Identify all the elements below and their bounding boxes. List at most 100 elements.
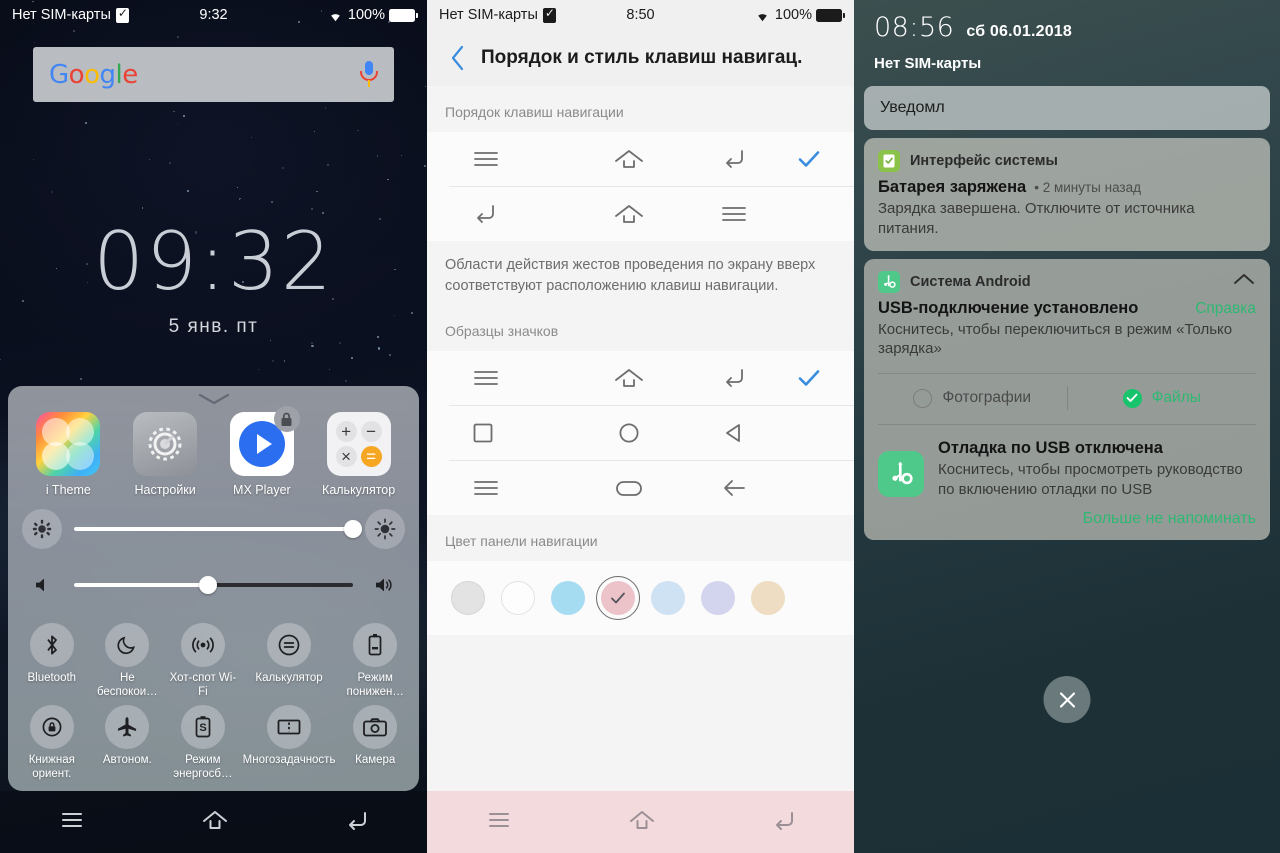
microphone-icon[interactable] xyxy=(360,60,378,90)
clock-time: 09:32 xyxy=(93,215,334,308)
quick-toggle-power-mode[interactable]: Режим понижен… xyxy=(337,623,413,699)
notification-title: USB-подключение установлено xyxy=(878,298,1139,317)
control-center-sheet: i Theme Настройки MX Player + − × = Каль… xyxy=(8,386,419,791)
section-header-samples: Образцы значков xyxy=(427,317,854,352)
panel-navigation-key-settings: Нет SIM-карты 8:50 100% Порядок и стиль … xyxy=(427,0,854,853)
recents-button[interactable] xyxy=(58,810,86,835)
calculator-round-icon xyxy=(267,623,312,667)
quick-toggle-label: Книжная ориент. xyxy=(28,754,75,780)
battery-full-icon xyxy=(389,8,418,22)
quick-toggle-label: Режим понижен… xyxy=(346,672,404,698)
svg-text:S: S xyxy=(199,722,206,734)
quick-toggle-label: Калькулятор xyxy=(255,672,323,684)
notification-card-usb[interactable]: Система Android USB-подключение установл… xyxy=(864,258,1270,540)
volume-high-icon[interactable] xyxy=(365,565,405,605)
color-swatch-skyblue[interactable] xyxy=(551,581,585,616)
page-title: Порядок и стиль клавиш навигац. xyxy=(481,47,803,68)
quick-toggle-calculator[interactable]: Калькулятор xyxy=(241,623,338,699)
nav-order-option-row[interactable] xyxy=(427,187,854,241)
lock-icon xyxy=(273,406,300,432)
gesture-hint-text: Области действия жестов проведения по эк… xyxy=(427,241,854,318)
back-navigation-button[interactable] xyxy=(441,41,475,75)
panel-lockscreen-quicksettings: Нет SIM-карты 9:32 100% Google 09:32 5 я… xyxy=(0,0,427,853)
usb-settings-icon xyxy=(878,451,924,498)
selected-check-icon xyxy=(786,149,832,169)
icon-style-option-row[interactable] xyxy=(427,406,854,460)
color-swatch-white[interactable] xyxy=(501,581,535,616)
battery-percent: 100% xyxy=(774,7,812,23)
panel-notification-shade: 08:56 сб 06.01.2018 Нет SIM-карты Уведом… xyxy=(854,0,1280,853)
quick-settings-grid: Bluetooth Не беспокои… Хот-спот Wi-Fi Ка… xyxy=(8,605,419,781)
color-swatch-gray[interactable] xyxy=(451,581,485,616)
quick-toggle-airplane[interactable]: Автоном. xyxy=(90,705,166,781)
back-icon xyxy=(449,203,576,225)
status-bar: Нет SIM-карты 9:32 100% xyxy=(0,0,427,30)
close-icon[interactable] xyxy=(1043,676,1091,723)
color-swatch-beige[interactable] xyxy=(751,581,785,616)
back-button[interactable] xyxy=(771,809,797,836)
icon-style-option-row[interactable] xyxy=(427,351,854,405)
notification-card-battery[interactable]: Интерфейс системы Батарея заряжена • 2 м… xyxy=(864,138,1270,251)
app-label: Настройки xyxy=(134,483,196,497)
settings-gear-icon xyxy=(133,412,198,476)
chevron-up-icon[interactable] xyxy=(1232,272,1256,291)
home-button[interactable] xyxy=(628,809,656,836)
app-shortcut-mxplayer[interactable]: MX Player xyxy=(218,406,306,497)
app-shortcut-itheme[interactable]: i Theme xyxy=(24,412,112,497)
usb-option-label: Фотографии xyxy=(942,389,1032,407)
home-button[interactable] xyxy=(201,809,229,836)
quick-toggle-rotation-lock[interactable]: Книжная ориент. xyxy=(14,705,90,781)
help-link[interactable]: Справка xyxy=(1195,300,1256,318)
nav-order-options xyxy=(427,132,854,241)
home-icon xyxy=(576,148,681,170)
color-swatch-pink[interactable] xyxy=(596,576,640,621)
google-search-bar[interactable]: Google xyxy=(33,47,394,102)
wifi-icon xyxy=(758,13,767,21)
color-swatch-lightblue[interactable] xyxy=(651,581,685,616)
quick-toggle-bluetooth[interactable]: Bluetooth xyxy=(14,623,90,699)
nav-order-option-row[interactable] xyxy=(427,132,854,186)
three-panel-screenshot: Нет SIM-карты 9:32 100% Google 09:32 5 я… xyxy=(0,0,1280,853)
volume-slider[interactable] xyxy=(74,576,353,594)
calculator-icon: + − × = xyxy=(326,412,391,476)
lockscreen-clock: 09:32 5 янв. пт xyxy=(0,222,427,338)
bluetooth-icon xyxy=(29,623,74,667)
brightness-icon[interactable] xyxy=(365,509,405,549)
notification-body: Коснитесь, чтобы переключиться в режим «… xyxy=(878,320,1233,358)
shade-carrier: Нет SIM-карты xyxy=(874,55,982,72)
dismiss-reminder-link[interactable]: Больше не напоминать xyxy=(878,510,1256,528)
notifications-tab[interactable]: Уведомл xyxy=(864,86,1270,130)
app-shortcut-row: i Theme Настройки MX Player + − × = Каль… xyxy=(8,406,419,497)
back-button[interactable] xyxy=(344,809,370,836)
quick-toggle-label: Хот-спот Wi-Fi xyxy=(169,672,237,698)
itheme-icon xyxy=(36,412,101,476)
pill-icon xyxy=(576,477,681,499)
quick-toggle-multitask[interactable]: Многозадачность xyxy=(241,705,338,781)
shade-clock: 08:56 xyxy=(874,12,955,43)
color-swatch-lavender[interactable] xyxy=(701,581,735,616)
square-icon xyxy=(449,421,576,445)
volume-mute-icon[interactable] xyxy=(22,565,62,605)
quick-toggle-dnd[interactable]: Не беспокои… xyxy=(90,623,166,699)
app-shortcut-settings[interactable]: Настройки xyxy=(121,412,209,497)
battery-percent: 100% xyxy=(347,7,385,23)
notifications-tab-label: Уведомл xyxy=(880,99,945,116)
usb-option-photos[interactable]: Фотографии xyxy=(878,388,1067,408)
quick-toggle-camera[interactable]: Камера xyxy=(337,705,413,781)
usb-debug-subnotification[interactable]: Отладка по USB отключена Коснитесь, чтоб… xyxy=(878,424,1256,500)
hotspot-icon xyxy=(180,623,225,667)
circle-icon xyxy=(576,421,681,445)
quick-toggle-hotspot[interactable]: Хот-спот Wi-Fi xyxy=(165,623,241,699)
icon-style-option-row[interactable] xyxy=(427,461,854,515)
section-header-color: Цвет панели навигации xyxy=(427,515,854,562)
recents-button[interactable] xyxy=(485,810,513,835)
usb-option-files[interactable]: Файлы xyxy=(1068,388,1257,408)
brightness-slider[interactable] xyxy=(74,520,362,538)
google-logo: Google xyxy=(49,59,138,90)
quick-toggle-power-save[interactable]: S Режим энергосб… xyxy=(165,705,241,781)
sheet-handle[interactable] xyxy=(8,390,419,408)
app-shortcut-calculator[interactable]: + − × = Калькулятор xyxy=(315,412,403,497)
clock-date: 5 янв. пт xyxy=(168,316,259,337)
gear-icon[interactable] xyxy=(22,509,62,549)
section-header-order: Порядок клавиш навигации xyxy=(427,86,854,132)
